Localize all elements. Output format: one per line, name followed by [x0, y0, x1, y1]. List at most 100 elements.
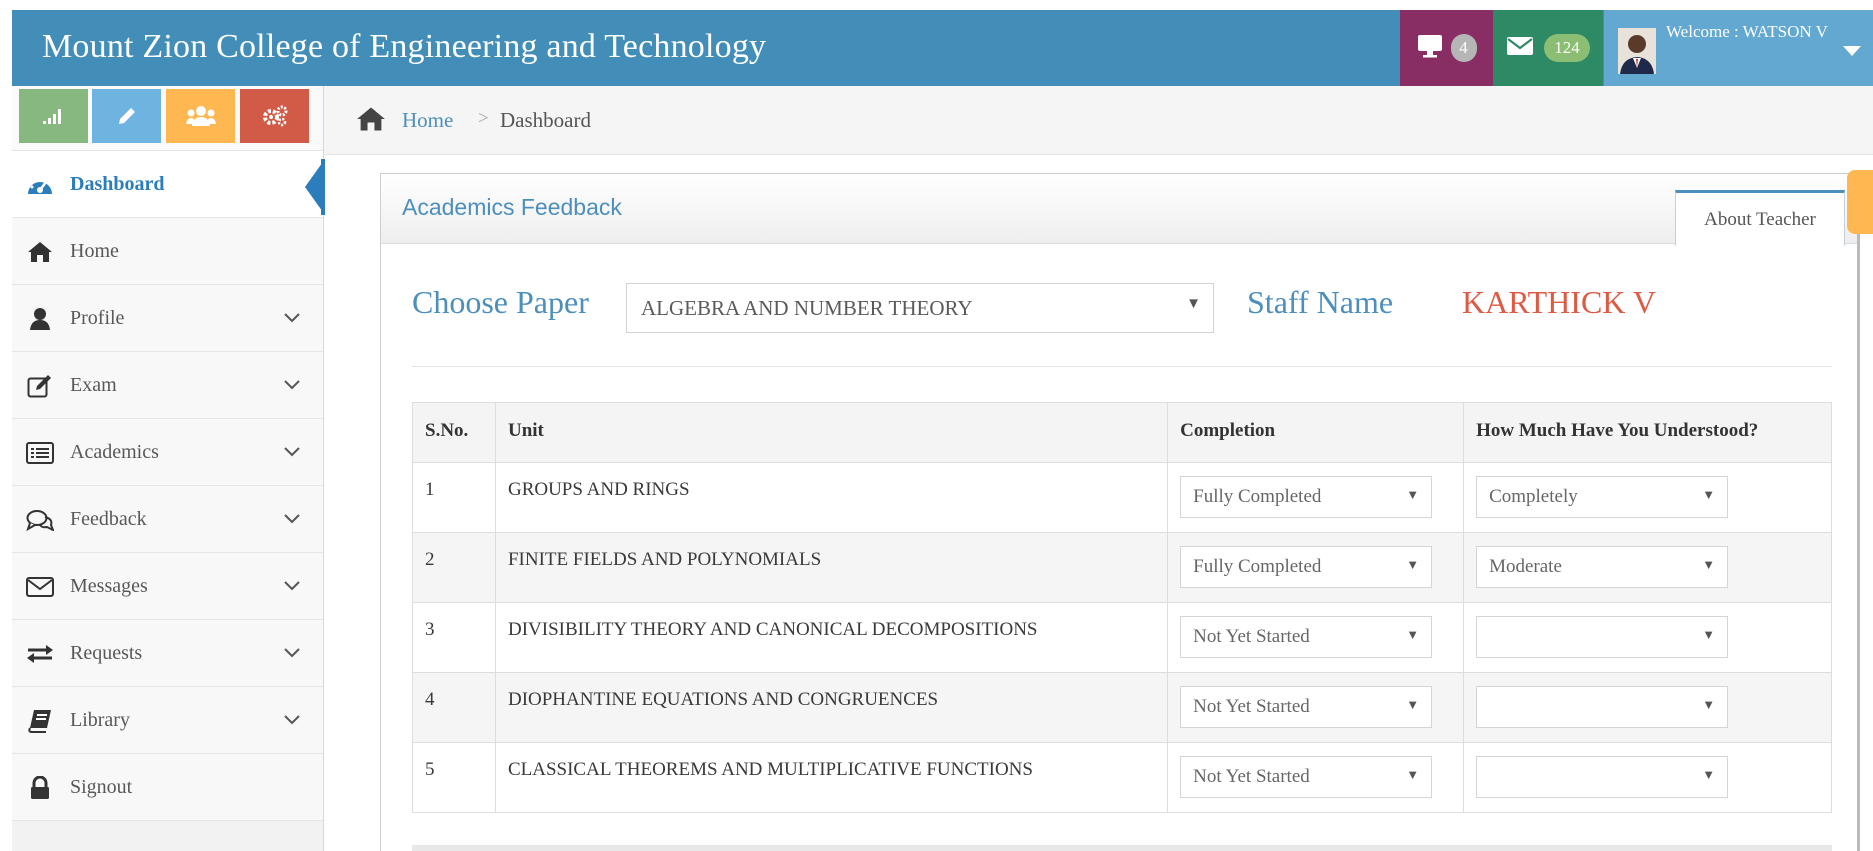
completion-select-value: Not Yet Started	[1193, 766, 1310, 787]
cell-sno: 2	[412, 532, 496, 603]
notifications-count-badge: 4	[1450, 34, 1477, 62]
choose-paper-label: Choose Paper	[412, 284, 589, 320]
caret-down-icon: ▼	[1406, 697, 1420, 712]
cell-sno: 5	[412, 742, 496, 813]
envelope-icon	[1506, 36, 1534, 61]
chevron-down-icon	[284, 313, 300, 323]
cell-understood: Moderate ▼	[1463, 532, 1832, 603]
column-header-unit: Unit	[494, 402, 1169, 463]
understood-select-value: Moderate	[1489, 556, 1562, 577]
edit-shortcut-button[interactable]	[92, 89, 161, 143]
sidebar-item-label: Academics	[70, 440, 159, 463]
understood-select[interactable]: ▼	[1476, 616, 1729, 658]
understood-select[interactable]: ▼	[1476, 756, 1729, 798]
app-title[interactable]: Mount Zion College of Engineering and Te…	[42, 28, 766, 66]
caret-down-icon: ▼	[1702, 767, 1716, 782]
breadcrumb: Home > Dashboard	[324, 86, 1873, 155]
sidebar-item-signout[interactable]: Signout	[12, 754, 323, 821]
user-icon	[26, 307, 54, 331]
units-table: S.No. Unit Completion How Much Have You …	[412, 402, 1832, 813]
edit-icon	[26, 374, 54, 398]
sidebar: Dashboard Home Profile Exam Academics Fe…	[12, 86, 325, 851]
completion-select[interactable]: Fully Completed ▼	[1180, 476, 1433, 518]
settings-shortcut-button[interactable]	[240, 89, 309, 143]
desktop-icon	[1417, 34, 1443, 63]
cogs-icon	[262, 105, 287, 127]
paper-select-value: ALGEBRA AND NUMBER THEORY	[641, 296, 973, 320]
sidebar-item-exam[interactable]: Exam	[12, 352, 323, 419]
chevron-down-icon	[284, 447, 300, 457]
completion-select[interactable]: Not Yet Started ▼	[1180, 616, 1433, 658]
sidebar-item-home[interactable]: Home	[12, 218, 323, 285]
cell-sno: 3	[412, 602, 496, 673]
envelope-icon	[26, 575, 54, 599]
table-footer-strip	[412, 845, 1832, 851]
completion-select[interactable]: Not Yet Started ▼	[1180, 756, 1433, 798]
caret-down-icon: ▼	[1702, 557, 1716, 572]
sidebar-item-label: Exam	[70, 373, 117, 396]
understood-select[interactable]: Moderate ▼	[1476, 546, 1729, 588]
sidebar-item-profile[interactable]: Profile	[12, 285, 323, 352]
cell-completion: Not Yet Started ▼	[1167, 742, 1465, 813]
cell-unit: FINITE FIELDS AND POLYNOMIALS	[494, 532, 1169, 603]
messages-button[interactable]: 124	[1493, 10, 1603, 86]
dashboard-icon	[26, 173, 54, 197]
tab-about-teacher[interactable]: About Teacher	[1675, 190, 1845, 246]
comments-icon	[26, 508, 54, 532]
sidebar-item-feedback[interactable]: Feedback	[12, 486, 323, 553]
settings-toggle-tab[interactable]	[1847, 170, 1873, 234]
column-header-completion: Completion	[1167, 402, 1465, 463]
completion-select-value: Fully Completed	[1193, 556, 1322, 577]
cell-unit: DIOPHANTINE EQUATIONS AND CONGRUENCES	[494, 672, 1169, 743]
avatar	[1618, 28, 1656, 74]
cell-unit: GROUPS AND RINGS	[494, 462, 1169, 533]
cell-sno: 4	[412, 672, 496, 743]
stats-shortcut-button[interactable]	[19, 89, 88, 143]
sidebar-item-label: Home	[70, 239, 119, 262]
table-header-row: S.No. Unit Completion How Much Have You …	[412, 402, 1832, 463]
caret-down-icon: ▼	[1406, 557, 1420, 572]
paper-selection-row: Choose Paper ALGEBRA AND NUMBER THEORY ▼…	[412, 280, 1832, 340]
signal-icon	[42, 109, 61, 124]
sidebar-item-messages[interactable]: Messages	[12, 553, 323, 620]
widget-header: Academics Feedback About Teacher	[381, 174, 1857, 246]
sidebar-item-label: Messages	[70, 574, 148, 597]
cell-completion: Not Yet Started ▼	[1167, 602, 1465, 673]
understood-select[interactable]: ▼	[1476, 686, 1729, 728]
sidebar-item-library[interactable]: Library	[12, 687, 323, 754]
sidebar-item-label: Profile	[70, 306, 125, 329]
completion-select-value: Fully Completed	[1193, 486, 1322, 507]
sidebar-item-dashboard[interactable]: Dashboard	[12, 151, 325, 218]
messages-count-badge: 124	[1544, 34, 1590, 62]
caret-down-icon: ▼	[1406, 767, 1420, 782]
paper-select[interactable]: ALGEBRA AND NUMBER THEORY ▼	[626, 283, 1214, 333]
column-header-understood: How Much Have You Understood?	[1463, 402, 1832, 463]
caret-down-icon: ▼	[1702, 697, 1716, 712]
breadcrumb-separator: >	[478, 108, 489, 129]
sidebar-item-label: Dashboard	[70, 172, 165, 195]
home-icon	[26, 240, 54, 264]
sidebar-shortcuts	[12, 86, 323, 151]
sidebar-item-label: Requests	[70, 641, 143, 664]
table-row: 5 CLASSICAL THEOREMS AND MULTIPLICATIVE …	[412, 742, 1832, 813]
active-arrow	[305, 159, 325, 215]
users-shortcut-button[interactable]	[166, 89, 235, 143]
table-row: 3 DIVISIBILITY THEORY AND CANONICAL DECO…	[412, 602, 1832, 673]
completion-select[interactable]: Not Yet Started ▼	[1180, 686, 1433, 728]
welcome-text: Welcome : WATSON V	[1666, 22, 1828, 41]
column-header-sno: S.No.	[412, 402, 496, 463]
caret-down-icon: ▼	[1406, 627, 1420, 642]
table-row: 4 DIOPHANTINE EQUATIONS AND CONGRUENCES …	[412, 672, 1832, 743]
staff-name-value: KARTHICK V	[1462, 284, 1656, 320]
chevron-down-icon	[284, 380, 300, 390]
sidebar-item-academics[interactable]: Academics	[12, 419, 323, 486]
sidebar-item-label: Library	[70, 708, 130, 731]
completion-select[interactable]: Fully Completed ▼	[1180, 546, 1433, 588]
sidebar-item-requests[interactable]: Requests	[12, 620, 323, 687]
notifications-button[interactable]: 4	[1400, 10, 1493, 86]
understood-select[interactable]: Completely ▼	[1476, 476, 1729, 518]
cell-understood: ▼	[1463, 742, 1832, 813]
user-menu[interactable]: Welcome : WATSON V	[1604, 10, 1873, 86]
home-icon	[356, 106, 386, 137]
breadcrumb-home-link[interactable]: Home	[402, 108, 453, 133]
